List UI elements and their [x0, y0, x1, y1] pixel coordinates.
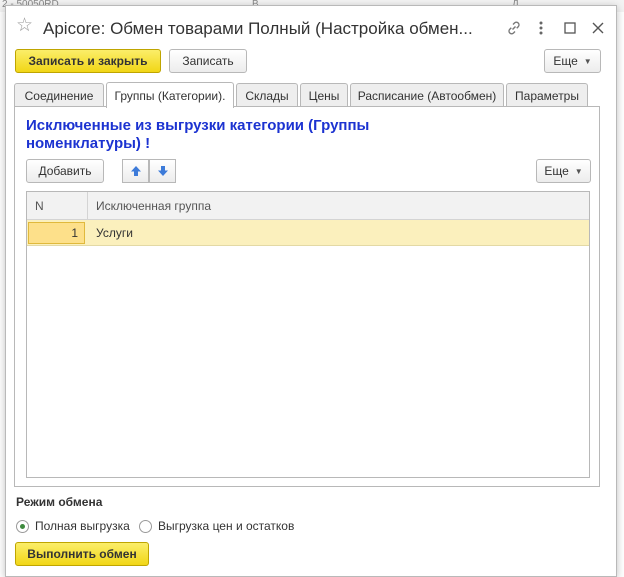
save-and-close-button[interactable]: Записать и закрыть [15, 49, 161, 73]
panel-more-button[interactable]: Еще ▼ [536, 159, 591, 183]
exchange-settings-window: ☆ Apicore: Обмен товарами Полный (Настро… [5, 5, 617, 577]
run-exchange-button[interactable]: Выполнить обмен [15, 542, 149, 566]
radio-selected-icon[interactable] [16, 519, 29, 533]
radio-full-export[interactable]: Полная выгрузка [16, 517, 130, 535]
add-button[interactable]: Добавить [26, 159, 104, 183]
move-up-button[interactable] [122, 159, 149, 183]
tab-groups[interactable]: Группы (Категории). [106, 82, 234, 108]
more-icon[interactable] [529, 16, 553, 40]
window-title: Apicore: Обмен товарами Полный (Настройк… [43, 19, 473, 38]
table-row[interactable]: 1 Услуги [27, 220, 589, 246]
maximize-icon[interactable] [558, 16, 582, 40]
radio-prices-stock[interactable]: Выгрузка цен и остатков [139, 517, 294, 535]
table-header: N Исключенная группа [27, 192, 589, 220]
star-icon[interactable]: ☆ [16, 16, 33, 36]
panel-more-label: Еще [544, 164, 569, 178]
tab-schedule[interactable]: Расписание (Автообмен) [350, 83, 504, 107]
close-icon[interactable] [586, 16, 610, 40]
exchange-mode-label: Режим обмена [16, 495, 103, 509]
tab-prices[interactable]: Цены [300, 83, 348, 107]
move-down-button[interactable] [149, 159, 176, 183]
tab-warehouses[interactable]: Склады [236, 83, 298, 107]
chevron-down-icon: ▼ [583, 56, 592, 66]
radio-unselected-icon[interactable] [139, 519, 152, 533]
chevron-down-icon: ▼ [574, 166, 583, 176]
groups-tab-panel: Исключенные из выгрузки категории (Групп… [14, 106, 600, 487]
save-button[interactable]: Записать [169, 49, 247, 73]
radio-prices-stock-label: Выгрузка цен и остатков [158, 519, 295, 533]
arrow-down-icon [157, 166, 168, 176]
link-icon[interactable] [502, 16, 526, 40]
panel-heading: Исключенные из выгрузки категории (Групп… [26, 117, 370, 152]
excluded-groups-table[interactable]: N Исключенная группа 1 Услуги [26, 191, 590, 478]
row-number-cell[interactable]: 1 [28, 222, 85, 244]
radio-full-export-label: Полная выгрузка [35, 519, 130, 533]
arrow-up-icon [130, 166, 141, 176]
title-bar: ☆ Apicore: Обмен товарами Полный (Настро… [6, 6, 616, 50]
row-group-cell[interactable]: Услуги [96, 220, 133, 246]
tab-connection[interactable]: Соединение [14, 83, 104, 107]
tab-parameters[interactable]: Параметры [506, 83, 588, 107]
more-button-label: Еще [553, 54, 578, 68]
column-header-group[interactable]: Исключенная группа [88, 192, 588, 220]
more-button[interactable]: Еще ▼ [544, 49, 601, 73]
column-header-n[interactable]: N [27, 192, 88, 220]
